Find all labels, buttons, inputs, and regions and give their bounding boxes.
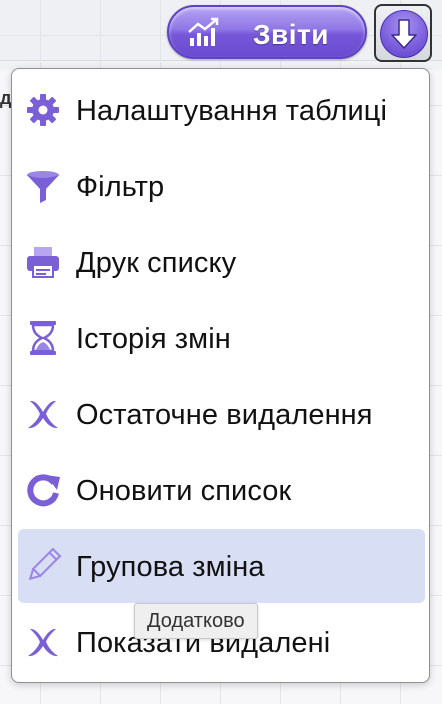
hourglass-icon	[24, 319, 62, 357]
menu-item-change-history[interactable]: Історія змін	[18, 301, 425, 375]
reports-button[interactable]: Звіти	[167, 5, 367, 59]
menu-item-filter[interactable]: Фільтр	[18, 149, 425, 223]
menu-item-label: Історія змін	[76, 323, 231, 355]
menu-item-print-list[interactable]: Друк списку	[18, 225, 425, 299]
gear-icon	[24, 91, 62, 129]
menu-item-label: Оновити список	[76, 475, 292, 507]
dropdown-button[interactable]	[374, 4, 432, 62]
pencil-icon	[24, 547, 62, 585]
tooltip: Додатково	[134, 603, 258, 639]
menu-item-bulk-edit[interactable]: Групова зміна	[18, 529, 425, 603]
menu-item-refresh-list[interactable]: Оновити список	[18, 453, 425, 527]
menu-item-table-settings[interactable]: Налаштування таблиці	[18, 73, 425, 147]
menu-item-label: Налаштування таблиці	[76, 95, 388, 127]
menu-item-label: Фільтр	[76, 171, 165, 203]
arrow-down-circle-icon	[380, 10, 428, 58]
funnel-icon	[24, 167, 62, 205]
menu-item-label: Друк списку	[76, 247, 237, 279]
bar-chart-trend-icon	[187, 16, 221, 48]
reports-label: Звіти	[253, 19, 329, 50]
menu-item-label: Групова зміна	[76, 551, 265, 583]
menu-item-permanent-delete[interactable]: Остаточне видалення	[18, 377, 425, 451]
x-delete-icon	[24, 623, 62, 661]
refresh-icon	[24, 471, 62, 509]
printer-icon	[24, 243, 62, 281]
menu-item-label: Остаточне видалення	[76, 399, 373, 431]
dropdown-menu: Налаштування таблиці Фільтр Друк списку	[11, 68, 430, 683]
truncated-column-header: д	[0, 88, 12, 108]
x-delete-icon	[24, 395, 62, 433]
